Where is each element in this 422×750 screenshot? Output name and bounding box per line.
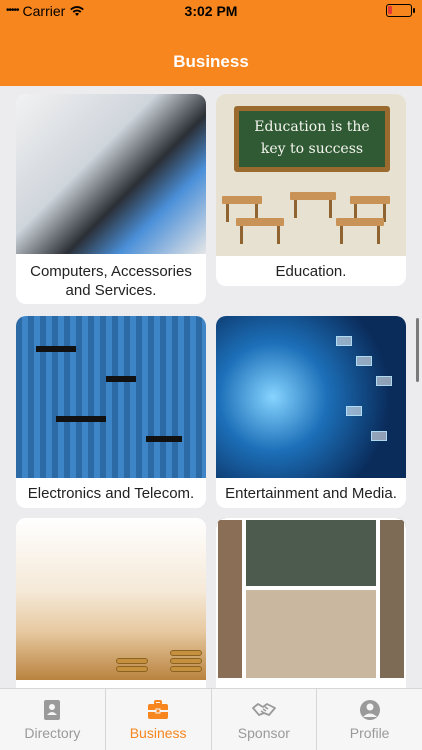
tab-business[interactable]: Business: [106, 689, 212, 750]
screen-tile: [336, 336, 352, 346]
chip: [36, 346, 76, 352]
entertainment-image: [216, 316, 406, 478]
coin: [170, 658, 202, 664]
chalkboard: Education is the key to success: [234, 106, 390, 172]
briefcase-icon: [148, 700, 169, 719]
chalkboard-line-2: key to success: [260, 141, 364, 157]
photo-tile: [244, 518, 378, 588]
desk: [236, 218, 284, 244]
category-card-food[interactable]: [216, 518, 406, 688]
tab-sponsor[interactable]: Sponsor: [212, 689, 318, 750]
screen-tile: [376, 376, 392, 386]
screen-tile: [356, 356, 372, 366]
electronics-image: [16, 316, 206, 478]
chalkboard-line-1: Education is the: [254, 119, 370, 135]
tab-label: Directory: [24, 725, 81, 741]
scrollbar[interactable]: [416, 318, 419, 382]
computers-image: [16, 94, 206, 254]
contact-book-icon: [44, 700, 61, 720]
education-image: Education is the key to success: [216, 94, 406, 256]
desk: [222, 196, 262, 222]
screen-tile: [371, 431, 387, 441]
chip: [106, 376, 136, 382]
person-icon: [359, 700, 380, 720]
desk: [350, 196, 390, 222]
coin: [170, 666, 202, 672]
category-card-electronics[interactable]: Electronics and Telecom.: [16, 316, 206, 508]
category-label: Entertainment and Media.: [225, 485, 397, 502]
screen-tile: [346, 406, 362, 416]
tab-directory[interactable]: Directory: [0, 689, 106, 750]
photo-tile: [244, 588, 378, 680]
handshake-icon: [251, 703, 276, 716]
coin: [116, 666, 148, 672]
tab-label: Profile: [349, 725, 390, 741]
chip: [56, 416, 106, 422]
category-grid[interactable]: Computers, Accessories and Services. Edu…: [0, 86, 422, 688]
coin: [116, 658, 148, 664]
status-time: 3:02 PM: [184, 3, 238, 19]
tab-label: Business: [129, 725, 187, 741]
desk: [336, 218, 384, 244]
category-label: Electronics and Telecom.: [27, 485, 195, 502]
coin: [170, 650, 202, 656]
nav-header: ••••• Carrier 3:02 PM Business: [0, 0, 422, 86]
category-label: Education.: [275, 263, 347, 280]
category-card-education[interactable]: Education is the key to success Educatio…: [216, 94, 406, 286]
category-card-entertainment[interactable]: Entertainment and Media.: [216, 316, 406, 508]
chip: [146, 436, 182, 442]
tab-profile[interactable]: Profile: [317, 689, 422, 750]
category-label: Computers, Accessories and Services.: [30, 263, 192, 299]
tab-bar: Directory Business Sponsor Profile: [0, 688, 422, 750]
photo-tile: [378, 518, 406, 680]
photo-tile: [216, 518, 244, 680]
tab-label: Sponsor: [237, 725, 290, 741]
finance-image: [16, 518, 206, 680]
food-image: [216, 518, 406, 680]
category-card-computers[interactable]: Computers, Accessories and Services.: [16, 94, 206, 304]
page-title: Business: [173, 52, 249, 71]
battery-icon: [386, 4, 415, 17]
category-card-finance[interactable]: [16, 518, 206, 688]
status-bar: ••••• Carrier 3:02 PM: [0, 0, 422, 22]
desk: [290, 192, 336, 218]
